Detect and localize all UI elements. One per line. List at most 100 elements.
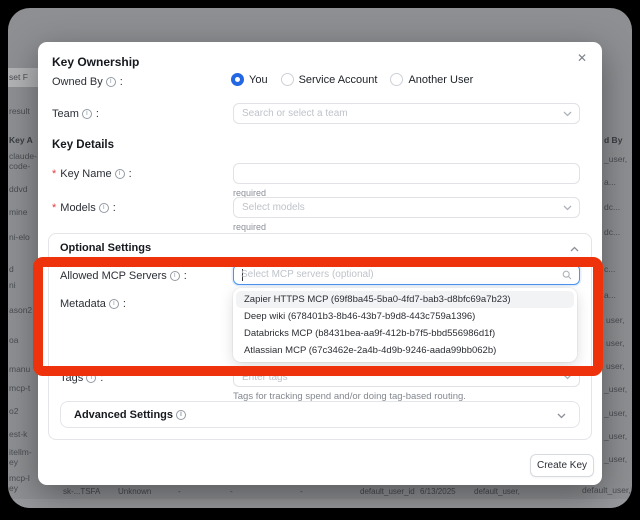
- bg-fragment: a...: [604, 290, 616, 300]
- owned-by-label: Owned By i: [52, 76, 123, 88]
- advanced-settings-heading: Advanced Settings i: [74, 409, 186, 421]
- radio-another-user[interactable]: Another User: [390, 73, 473, 86]
- info-icon[interactable]: i: [82, 109, 92, 119]
- mcp-option-databricks[interactable]: Databricks MCP (b8431bea-aa9f-412b-b7f5-…: [236, 325, 574, 342]
- models-select[interactable]: Select models: [233, 197, 580, 218]
- tags-label-text: Tags: [60, 372, 83, 384]
- mcp-option-deep-wiki[interactable]: Deep wiki (678401b3-8b46-43b7-b9d8-443c7…: [236, 308, 574, 325]
- bg-fragment: ni-elo: [9, 232, 30, 242]
- create-key-modal: Key Ownership ✕ Owned By i You Service A…: [38, 42, 602, 485]
- bg-fragment: user,: [606, 361, 624, 371]
- mcp-option-zapier[interactable]: Zapier HTTPS MCP (69f8ba45-5ba0-4fd7-bab…: [236, 291, 574, 308]
- bg-fragment: oa: [9, 335, 18, 345]
- models-placeholder: Select models: [242, 202, 305, 213]
- radio-unselected-icon: [390, 73, 403, 86]
- key-details-heading: Key Details: [52, 139, 114, 151]
- search-icon: [562, 270, 572, 280]
- radio-service-account-label: Service Account: [299, 74, 378, 86]
- required-mark: *: [52, 168, 56, 180]
- radio-selected-icon: [231, 73, 244, 86]
- bg-fragment: mine: [9, 207, 27, 217]
- advanced-settings-panel[interactable]: Advanced Settings i: [60, 401, 580, 428]
- bg-fragment: o2: [9, 406, 18, 416]
- metadata-label-text: Metadata: [60, 298, 106, 310]
- bg-fragment: set F: [9, 72, 28, 82]
- bg-fragment: ason2: [9, 305, 32, 315]
- bg-fragment: result: [9, 106, 30, 116]
- models-required-text: required: [233, 222, 266, 232]
- bg-cell: -: [230, 487, 233, 496]
- bg-fragment: _user,: [604, 154, 627, 164]
- owned-by-label-text: Owned By: [52, 76, 103, 88]
- allowed-mcp-servers-label-text: Allowed MCP Servers: [60, 270, 167, 282]
- bg-fragment: _user,: [604, 454, 627, 464]
- bg-fragment: ddvd: [9, 184, 27, 194]
- chevron-down-icon: [563, 205, 572, 211]
- info-icon[interactable]: i: [170, 271, 180, 281]
- bg-fragment: _user,: [604, 408, 627, 418]
- bg-cell: sk-...TSFA: [63, 487, 100, 496]
- modal-title: Key Ownership: [52, 55, 139, 69]
- bg-footer-band: [8, 499, 632, 508]
- bg-fragment: user,: [606, 338, 624, 348]
- bg-fragment: dc...: [604, 227, 620, 237]
- bg-fragment: claude-: [9, 151, 37, 161]
- bg-fragment: _user,: [604, 431, 627, 441]
- allowed-mcp-servers-input[interactable]: Select MCP servers (optional): [233, 264, 580, 285]
- bg-cell: -: [300, 487, 303, 496]
- close-icon[interactable]: ✕: [577, 52, 587, 64]
- bg-cell: default_user,: [474, 487, 520, 496]
- models-label: * Models i: [52, 202, 116, 214]
- tags-label: Tags i: [60, 372, 103, 384]
- bg-fragment: mcp-t: [9, 383, 30, 393]
- bg-fragment: itellm-: [9, 447, 32, 457]
- bg-fragment: code-: [9, 161, 30, 171]
- info-icon[interactable]: i: [115, 169, 125, 179]
- bg-fragment: ni: [9, 280, 16, 290]
- bg-fragment: d By: [604, 135, 622, 145]
- info-icon[interactable]: i: [109, 299, 119, 309]
- radio-you[interactable]: You: [231, 73, 268, 86]
- bg-fragment: d: [9, 264, 14, 274]
- metadata-label: Metadata i: [60, 298, 126, 310]
- models-label-text: Models: [60, 202, 95, 214]
- tags-input[interactable]: Enter tags: [233, 367, 580, 387]
- bg-fragment: mcp-l: [9, 473, 30, 483]
- bg-fragment: manu: [9, 364, 30, 374]
- bg-cell: Unknown: [118, 487, 151, 496]
- team-label: Team i: [52, 108, 99, 120]
- team-select[interactable]: Search or select a team: [233, 103, 580, 124]
- bg-fragment: est-k: [9, 429, 27, 439]
- create-key-button[interactable]: Create Key: [530, 454, 594, 477]
- allowed-mcp-servers-label: Allowed MCP Servers i: [60, 270, 187, 282]
- bg-fragment: default_user,: [582, 485, 631, 495]
- chevron-up-icon[interactable]: [570, 246, 579, 252]
- key-name-input[interactable]: [233, 163, 580, 184]
- radio-service-account[interactable]: Service Account: [281, 73, 378, 86]
- bg-fragment: dc...: [604, 202, 620, 212]
- info-icon[interactable]: i: [99, 203, 109, 213]
- info-icon[interactable]: i: [176, 410, 186, 420]
- advanced-settings-heading-text: Advanced Settings: [74, 409, 173, 421]
- key-name-label: * Key Name i: [52, 168, 132, 180]
- mcp-option-atlassian[interactable]: Atlassian MCP (67c3462e-2a4b-4d9b-9246-a…: [236, 342, 574, 359]
- radio-you-label: You: [249, 74, 268, 86]
- owned-by-radio-group: You Service Account Another User: [231, 73, 473, 86]
- chevron-down-icon: [557, 413, 566, 419]
- radio-another-user-label: Another User: [408, 74, 473, 86]
- bg-fragment: _user,: [604, 384, 627, 394]
- bg-cell: default_user_id: [360, 487, 415, 496]
- optional-settings-heading[interactable]: Optional Settings: [60, 242, 151, 254]
- bg-cell: 6/13/2025: [420, 487, 456, 496]
- required-mark: *: [52, 202, 56, 214]
- chevron-down-icon: [563, 374, 572, 380]
- bg-fragment: ey: [9, 483, 18, 493]
- bg-fragment: a...: [604, 177, 616, 187]
- tags-placeholder: Enter tags: [242, 372, 288, 383]
- mcp-servers-dropdown: Zapier HTTPS MCP (69f8ba45-5ba0-4fd7-bab…: [233, 288, 577, 362]
- info-icon[interactable]: i: [86, 373, 96, 383]
- team-placeholder: Search or select a team: [242, 108, 348, 119]
- bg-fragment: Key A: [9, 135, 33, 145]
- chevron-down-icon: [563, 111, 572, 117]
- info-icon[interactable]: i: [106, 77, 116, 87]
